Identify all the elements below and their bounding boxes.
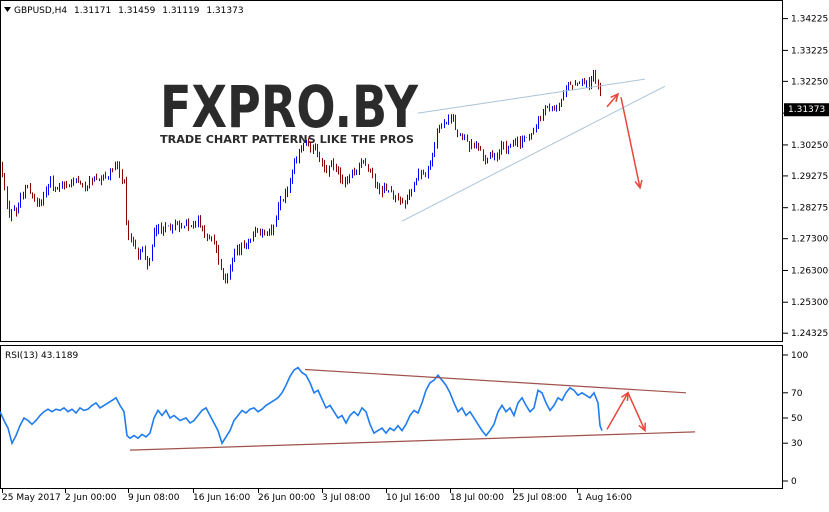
price-tick-label: 1.32250 <box>791 77 828 87</box>
watermark-tagline: TRADE CHART PATTERNS LIKE THE PROS <box>160 133 414 146</box>
ohlc-low: 1.31119 <box>162 6 199 16</box>
price-tick-label: 1.24325 <box>791 329 828 339</box>
time-tick-label: 25 May 2017 <box>2 493 61 503</box>
rsi-title: RSI(13) 43.1189 <box>5 351 78 361</box>
svg-text:GBPUSD,H4 1.31171: GBPUSD,H4 1.31171 1.31459 1.31119 1.3137… <box>14 6 244 16</box>
price-tick-label: 1.29275 <box>791 172 828 182</box>
watermark-brand: FXPRO.BY <box>160 73 419 141</box>
rsi-tick-label: 100 <box>791 351 808 361</box>
price-tick-label: 1.25300 <box>791 298 828 308</box>
price-tick-label: 1.28275 <box>791 204 828 214</box>
ohlc-open: 1.31171 <box>74 6 111 16</box>
time-tick-label: 25 Jul 08:00 <box>513 493 567 503</box>
current-price-label: 1.31373 <box>788 105 825 115</box>
rsi-panel-frame <box>0 345 783 489</box>
rsi-tick-label: 0 <box>791 477 797 487</box>
symbol-timeframe: GBPUSD,H4 <box>14 6 67 16</box>
time-tick-label: 1 Aug 16:00 <box>577 493 632 503</box>
fxpro-watermark: FXPRO.BY TRADE CHART PATTERNS LIKE THE P… <box>157 73 422 148</box>
rsi-tick-label: 70 <box>791 389 803 399</box>
price-tick-label: 1.33225 <box>791 46 828 56</box>
price-tick-label: 1.30250 <box>791 141 828 151</box>
chart-window[interactable]: FXPRO.BY TRADE CHART PATTERNS LIKE THE P… <box>0 0 829 508</box>
price-tick-label: 1.27300 <box>791 235 828 245</box>
symbol-header: GBPUSD,H4 1.31171 1.31459 1.31119 1.3137… <box>4 6 244 16</box>
price-panel-frame <box>0 0 783 342</box>
time-tick-label: 26 Jun 00:00 <box>258 493 315 503</box>
current-price-tag: 1.31373 <box>784 103 829 117</box>
price-tick-label: 1.26300 <box>791 266 828 276</box>
price-tick-label: 1.34225 <box>791 15 828 25</box>
time-tick-label: 2 Jun 00:00 <box>65 493 117 503</box>
time-tick-label: 3 Jul 08:00 <box>322 493 371 503</box>
time-tick-label: 18 Jul 00:00 <box>450 493 504 503</box>
time-tick-label: 9 Jun 08:00 <box>128 493 180 503</box>
time-tick-label: 16 Jun 16:00 <box>193 493 250 503</box>
rsi-tick-label: 30 <box>791 439 803 449</box>
time-tick-label: 10 Jul 16:00 <box>386 493 440 503</box>
ohlc-close: 1.31373 <box>206 6 243 16</box>
ohlc-high: 1.31459 <box>118 6 155 16</box>
rsi-tick-label: 50 <box>791 414 803 424</box>
